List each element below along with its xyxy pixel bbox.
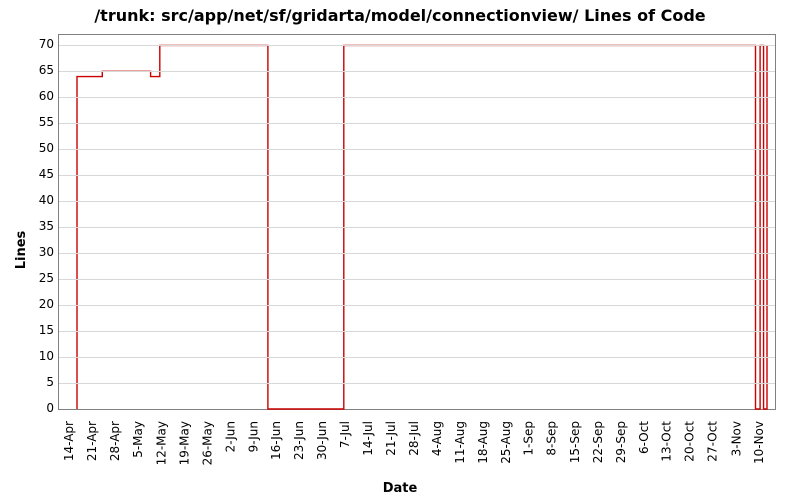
x-tick-label: 13-Oct [660, 421, 674, 462]
x-tick-label: 11-Aug [453, 421, 467, 464]
x-tick-label: 21-Apr [85, 421, 99, 461]
x-tick-label: 18-Aug [476, 421, 490, 464]
y-tick-label: 60 [14, 89, 54, 103]
x-tick-label: 19-May [177, 421, 191, 465]
y-tick-label: 5 [14, 375, 54, 389]
gridline [59, 45, 775, 46]
gridline [59, 123, 775, 124]
y-tick-label: 10 [14, 349, 54, 363]
x-tick-label: 9-Jun [246, 421, 260, 452]
x-tick-label: 1-Sep [522, 421, 536, 456]
y-tick-label: 70 [14, 37, 54, 51]
x-tick-label: 8-Sep [545, 421, 559, 456]
y-tick-label: 40 [14, 193, 54, 207]
x-tick-label: 26-May [200, 421, 214, 465]
x-tick-label: 3-Nov [729, 421, 743, 456]
gridline [59, 357, 775, 358]
x-tick-label: 4-Aug [430, 421, 444, 456]
x-tick-label: 6-Oct [637, 421, 651, 454]
y-tick-label: 50 [14, 141, 54, 155]
x-tick-label: 29-Sep [614, 421, 628, 463]
y-tick-label: 55 [14, 115, 54, 129]
x-tick-label: 27-Oct [706, 421, 720, 462]
x-tick-label: 14-Jul [361, 421, 375, 456]
x-tick-label: 16-Jun [269, 421, 283, 460]
x-tick-label: 12-May [154, 421, 168, 465]
chart-root: /trunk: src/app/net/sf/gridarta/model/co… [0, 0, 800, 500]
y-tick-label: 15 [14, 323, 54, 337]
gridline [59, 149, 775, 150]
y-tick-label: 45 [14, 167, 54, 181]
y-tick-label: 35 [14, 219, 54, 233]
gridline [59, 279, 775, 280]
gridline [59, 305, 775, 306]
gridline [59, 97, 775, 98]
x-tick-label: 28-Apr [108, 421, 122, 461]
x-tick-label: 30-Jun [315, 421, 329, 460]
x-tick-label: 2-Jun [223, 421, 237, 452]
x-tick-label: 20-Oct [683, 421, 697, 462]
y-tick-label: 65 [14, 63, 54, 77]
gridline [59, 383, 775, 384]
gridline [59, 331, 775, 332]
x-tick-label: 14-Apr [62, 421, 76, 461]
gridline [59, 175, 775, 176]
gridline [59, 201, 775, 202]
x-tick-label: 15-Sep [568, 421, 582, 463]
x-tick-label: 28-Jul [407, 421, 421, 456]
chart-title: /trunk: src/app/net/sf/gridarta/model/co… [0, 6, 800, 25]
y-tick-label: 0 [14, 401, 54, 415]
y-tick-label: 30 [14, 245, 54, 259]
x-tick-label: 10-Nov [752, 421, 766, 464]
gridline [59, 253, 775, 254]
x-tick-label: 25-Aug [499, 421, 513, 464]
gridline [59, 227, 775, 228]
y-tick-label: 25 [14, 271, 54, 285]
gridline [59, 71, 775, 72]
x-tick-label: 5-May [131, 421, 145, 458]
y-tick-label: 20 [14, 297, 54, 311]
x-tick-label: 21-Jul [384, 421, 398, 456]
x-tick-label: 22-Sep [591, 421, 605, 463]
x-axis-title: Date [0, 481, 800, 496]
x-tick-label: 23-Jun [292, 421, 306, 460]
x-tick-label: 7-Jul [338, 421, 352, 448]
plot-area [58, 34, 776, 410]
chart-series-svg [59, 35, 775, 409]
